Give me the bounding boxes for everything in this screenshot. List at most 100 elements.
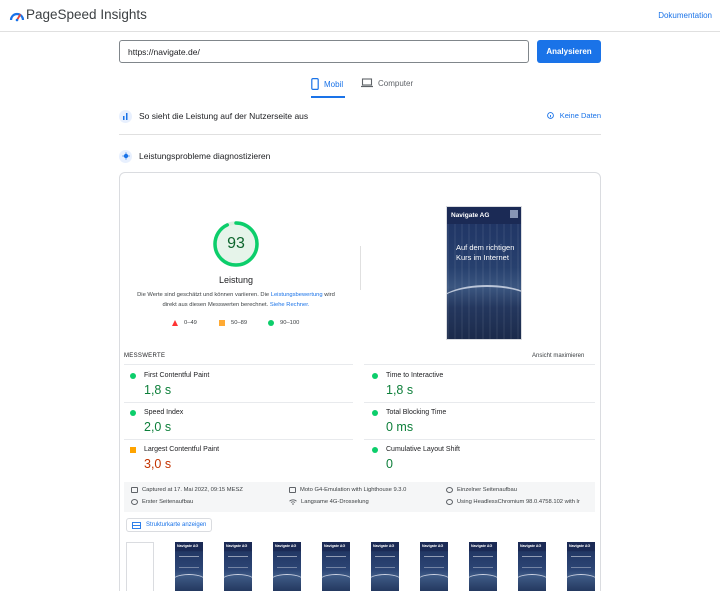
metric-name: Total Blocking Time bbox=[386, 409, 447, 416]
metric-lcp[interactable]: Largest Contentful Paint 3,0 s bbox=[130, 446, 360, 471]
screenshot-decoration bbox=[447, 285, 521, 325]
metric-value: 1,8 s bbox=[386, 383, 414, 397]
metric-value: 0 ms bbox=[386, 420, 414, 434]
frame-headline bbox=[326, 556, 346, 568]
expand-view-toggle[interactable]: Ansicht maximieren bbox=[532, 353, 584, 359]
triangle-icon bbox=[172, 320, 178, 326]
metric-tti[interactable]: Time to Interactive 1,8 s bbox=[372, 372, 602, 397]
browser-icon bbox=[446, 499, 453, 505]
throttling-text: Langsame 4G-Drosselung bbox=[301, 499, 369, 505]
metric-name: Speed Index bbox=[144, 409, 184, 416]
frame-headline bbox=[522, 556, 542, 568]
pagespeed-logo-icon[interactable] bbox=[9, 8, 25, 22]
frame-logo: Navigate AG bbox=[422, 544, 444, 548]
screenshot-headline: Auf dem richtigen Kurs im Internet bbox=[456, 243, 515, 262]
capture-time-text: Captured at 17. Mai 2022, 09:15 MESZ bbox=[142, 487, 243, 493]
metric-speed-index[interactable]: Speed Index 2,0 s bbox=[130, 409, 360, 434]
good-status-icon bbox=[372, 409, 378, 416]
frame-decoration bbox=[518, 574, 546, 591]
frame-logo: Navigate AG bbox=[226, 544, 248, 548]
legend-good: 90–100 bbox=[268, 320, 299, 326]
diagnose-section[interactable]: Leistungsprobleme diagnostizieren bbox=[119, 146, 601, 166]
initial-load-text: Erster Seitenaufbau bbox=[142, 499, 194, 505]
frame-decoration bbox=[273, 574, 301, 591]
filmstrip-frame: Navigate AG bbox=[420, 542, 448, 591]
legend-poor: 0–49 bbox=[172, 320, 197, 326]
device-info: Moto G4-Emulation with Lighthouse 9.3.0 bbox=[289, 487, 406, 493]
calculator-link[interactable]: Siehe Rechner. bbox=[270, 302, 310, 308]
metric-name: First Contentful Paint bbox=[144, 372, 210, 379]
diagnose-title: Leistungsprobleme diagnostizieren bbox=[139, 151, 271, 161]
frame-decoration bbox=[371, 574, 399, 591]
metric-fcp[interactable]: First Contentful Paint 1,8 s bbox=[130, 372, 360, 397]
top-bar: PageSpeed Insights Dokumentation bbox=[0, 0, 720, 32]
frame-decoration bbox=[322, 574, 350, 591]
frame-logo: Navigate AG bbox=[177, 544, 199, 548]
divider bbox=[124, 439, 353, 440]
square-icon bbox=[219, 320, 225, 326]
metric-cls[interactable]: Cumulative Layout Shift 0 bbox=[372, 446, 602, 471]
good-status-icon bbox=[130, 409, 136, 416]
filmstrip-frame: Navigate AG bbox=[518, 542, 546, 591]
frame-headline bbox=[571, 556, 591, 568]
legend-good-label: 90–100 bbox=[280, 320, 300, 326]
frame-decoration bbox=[224, 574, 252, 591]
frame-decoration bbox=[567, 574, 595, 591]
metric-name: Cumulative Layout Shift bbox=[386, 446, 460, 453]
legend-average-label: 50–89 bbox=[231, 320, 248, 326]
frame-decoration bbox=[420, 574, 448, 591]
performance-score: 93 bbox=[227, 235, 245, 252]
divider bbox=[124, 402, 353, 403]
field-data-section[interactable]: So sieht die Leistung auf der Nutzerseit… bbox=[119, 106, 601, 126]
metric-value: 2,0 s bbox=[144, 420, 172, 434]
url-input[interactable] bbox=[119, 40, 529, 63]
performance-note: Die Werte sind geschätzt und können vari… bbox=[134, 291, 338, 310]
metric-value: 1,8 s bbox=[144, 383, 172, 397]
frame-logo: Navigate AG bbox=[324, 544, 346, 548]
no-data-label: Keine Daten bbox=[559, 111, 601, 120]
field-data-title: So sieht die Leistung auf der Nutzerseit… bbox=[139, 111, 309, 121]
divider bbox=[124, 364, 353, 365]
legend-average: 50–89 bbox=[219, 320, 247, 326]
clock-icon bbox=[131, 499, 138, 505]
field-data-icon bbox=[119, 109, 132, 123]
wifi-icon bbox=[289, 499, 297, 505]
browser-info: Using HeadlessChromium 98.0.4758.102 wit… bbox=[446, 499, 580, 505]
frame-decoration bbox=[175, 574, 203, 591]
view-treemap-button[interactable]: Strukturkarte anzeigen bbox=[126, 518, 213, 532]
metric-value: 0 bbox=[386, 457, 393, 471]
good-status-icon bbox=[372, 446, 378, 453]
screenshot-logo: Navigate AG bbox=[451, 212, 490, 219]
menu-icon bbox=[510, 210, 518, 218]
tab-mobile[interactable]: Mobil bbox=[311, 78, 345, 98]
throttling-info: Langsame 4G-Drosselung bbox=[289, 499, 369, 505]
filmstrip-frame: Navigate AG bbox=[567, 542, 595, 591]
frame-headline bbox=[277, 556, 297, 568]
vertical-divider bbox=[360, 246, 361, 290]
smartphone-icon bbox=[311, 78, 319, 90]
no-data-status: Keine Daten bbox=[546, 111, 601, 120]
documentation-link[interactable]: Dokumentation bbox=[658, 11, 712, 20]
scoring-link[interactable]: Leistungsbewertung bbox=[271, 292, 323, 298]
frame-logo: Navigate AG bbox=[569, 544, 591, 548]
treemap-button-label: Strukturkarte anzeigen bbox=[146, 522, 207, 528]
metric-tbt[interactable]: Total Blocking Time 0 ms bbox=[372, 409, 602, 434]
tab-computer[interactable]: Computer bbox=[361, 78, 413, 98]
filmstrip-frame: Navigate AG bbox=[224, 542, 252, 591]
timer-icon bbox=[446, 487, 453, 493]
circle-icon bbox=[268, 320, 274, 326]
frame-logo: Navigate AG bbox=[373, 544, 395, 548]
filmstrip-frame: Navigate AG bbox=[469, 542, 497, 591]
divider bbox=[364, 439, 595, 440]
app-title[interactable]: PageSpeed Insights bbox=[26, 7, 147, 22]
laptop-icon bbox=[361, 78, 373, 88]
metrics-section-label: MESSWERTE bbox=[124, 353, 166, 359]
filmstrip-frame: Navigate AG bbox=[322, 542, 350, 591]
analyze-button[interactable]: Analysieren bbox=[537, 40, 601, 63]
frame-logo: Navigate AG bbox=[275, 544, 297, 548]
session-info: Einzelner Seitenaufbau bbox=[446, 487, 517, 493]
session-info-text: Einzelner Seitenaufbau bbox=[457, 487, 517, 493]
browser-info-text: Using HeadlessChromium 98.0.4758.102 wit… bbox=[457, 499, 580, 505]
filmstrip-frame: Navigate AG bbox=[371, 542, 399, 591]
average-status-icon bbox=[130, 446, 136, 453]
